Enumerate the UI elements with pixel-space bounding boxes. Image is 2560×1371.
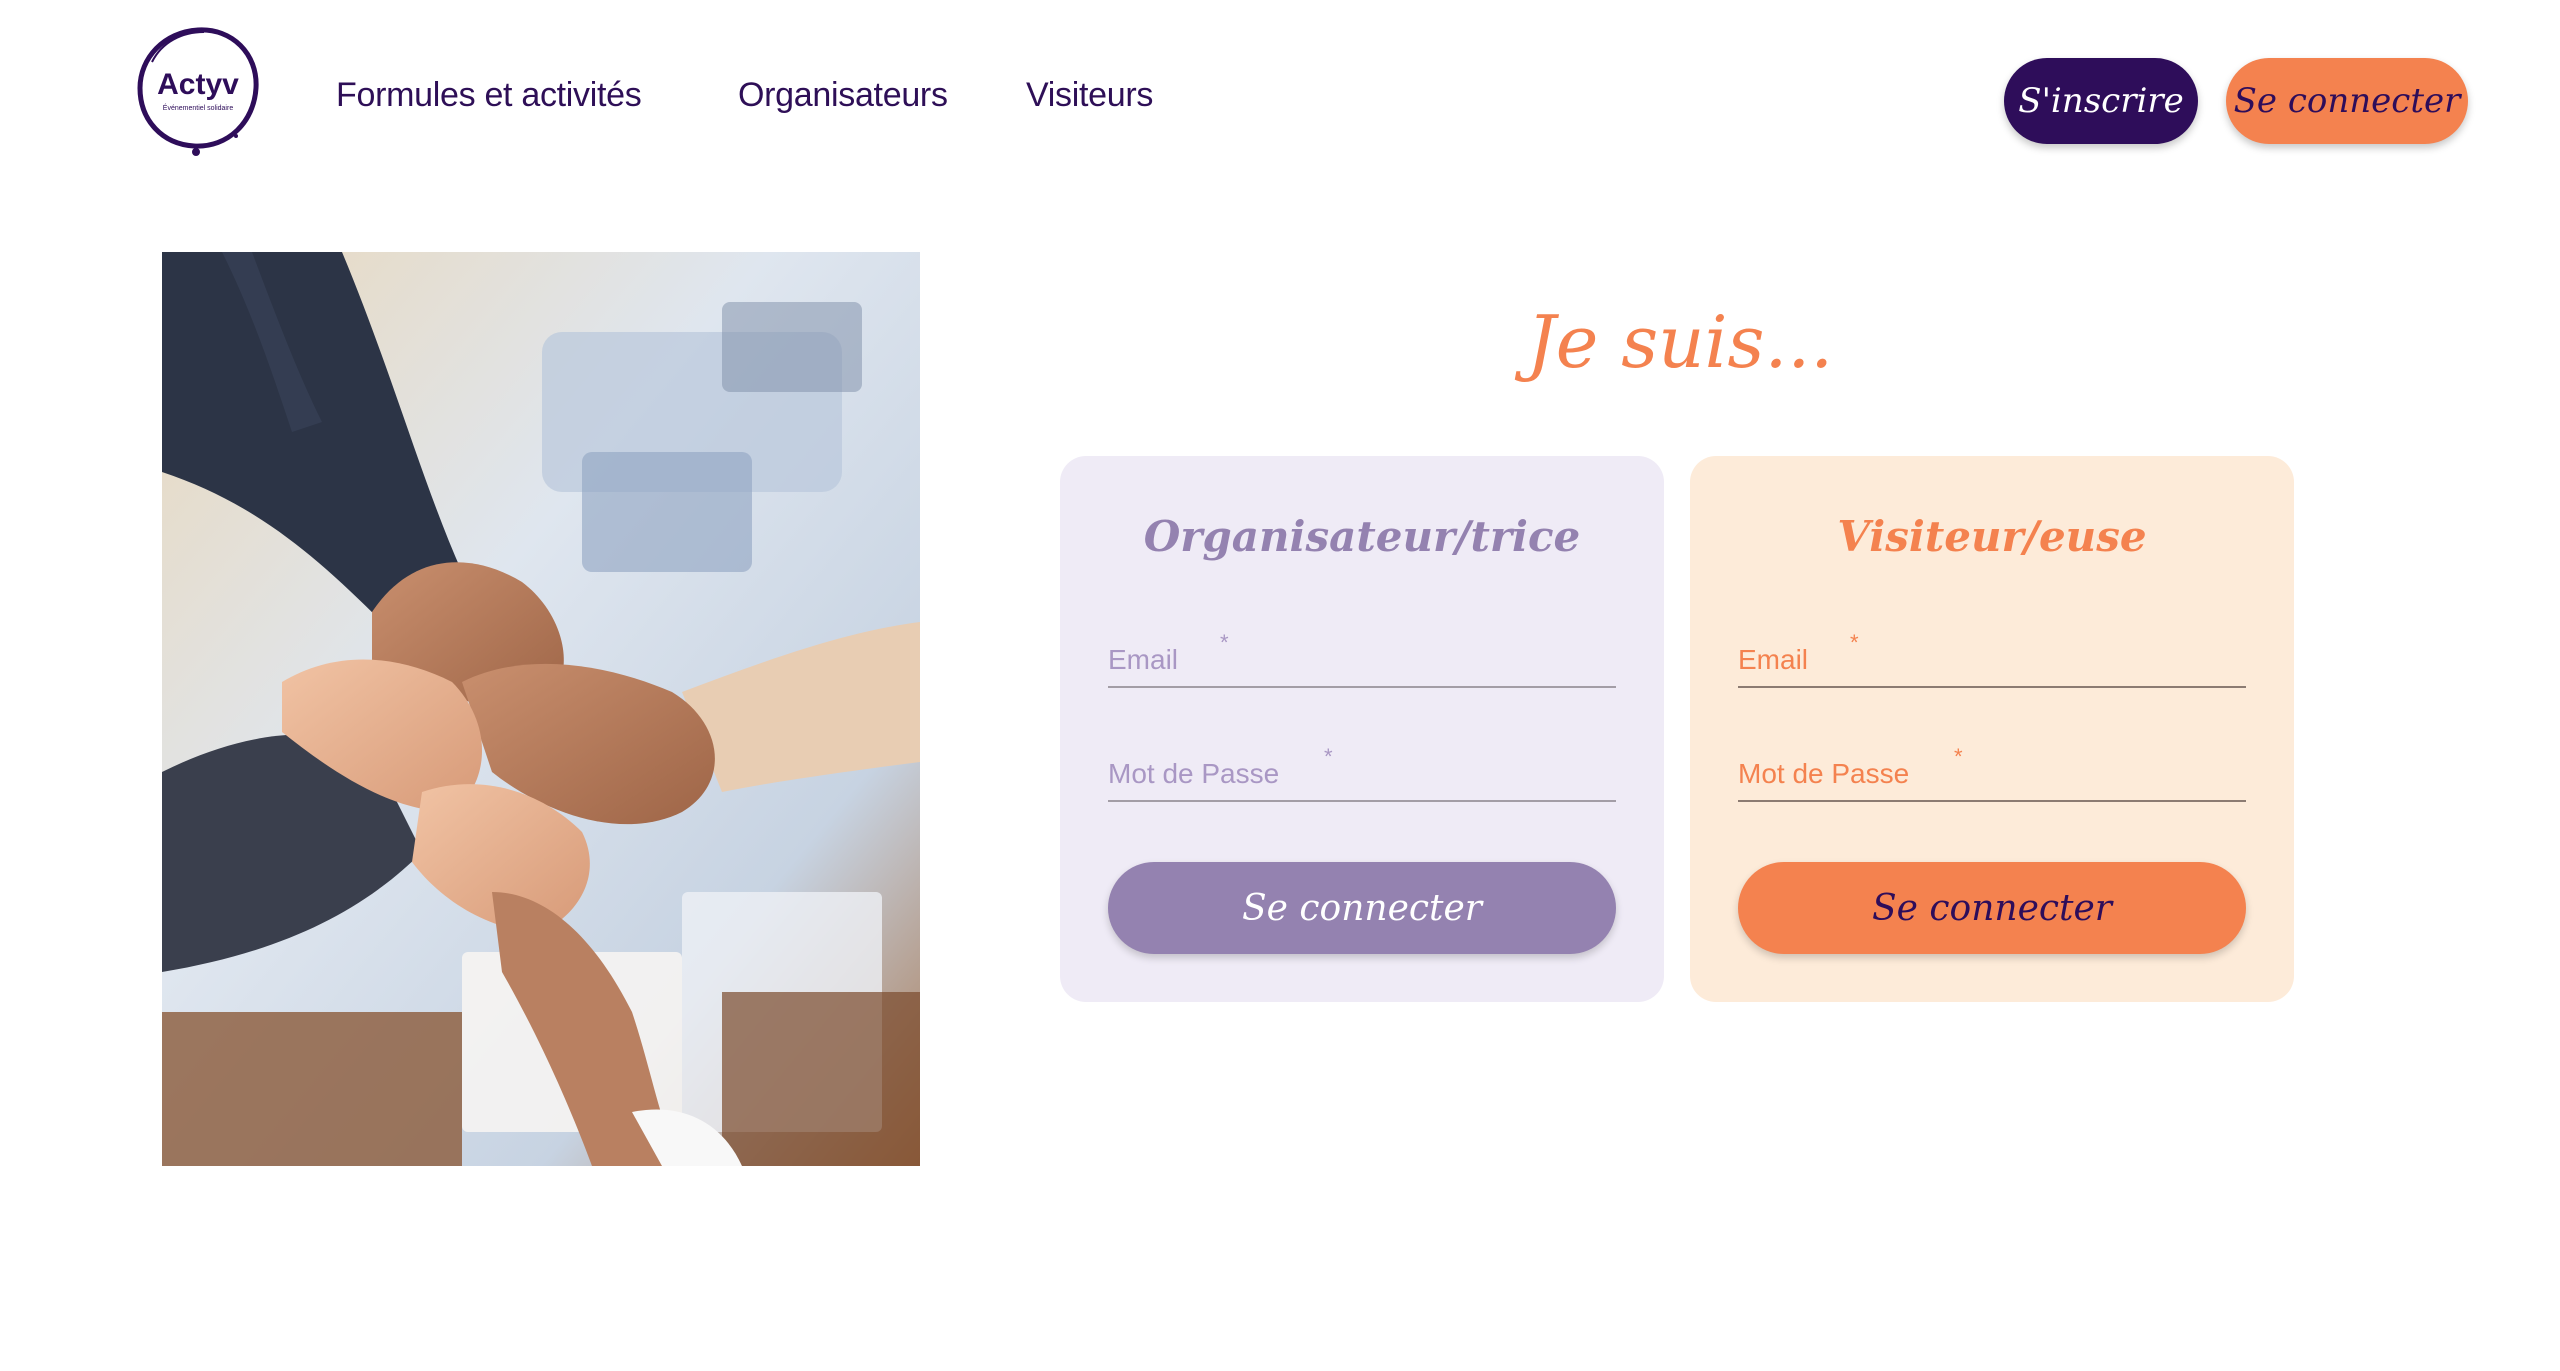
organizer-password-field: * xyxy=(1108,732,1616,802)
svg-text:Événementiel solidaire: Événementiel solidaire xyxy=(163,103,234,112)
signup-button[interactable]: S'inscrire xyxy=(2004,58,2198,144)
nav-formules-activites[interactable]: Formules et activités xyxy=(336,76,642,115)
nav-organisateurs[interactable]: Organisateurs xyxy=(738,76,948,115)
site-header: Actyv Événementiel solidaire Formules et… xyxy=(0,0,2560,200)
visitor-password-input[interactable] xyxy=(1738,732,2246,800)
organizer-password-input[interactable] xyxy=(1108,732,1616,800)
organizer-email-input[interactable] xyxy=(1108,618,1616,686)
nav-visiteurs[interactable]: Visiteurs xyxy=(1026,76,1153,115)
required-asterisk: * xyxy=(1324,744,1333,769)
organizer-email-field: * xyxy=(1108,618,1616,688)
svg-text:Actyv: Actyv xyxy=(157,68,239,101)
visitor-email-field: * xyxy=(1738,618,2246,688)
visitor-password-field: * xyxy=(1738,732,2246,802)
visitor-card-title: Visiteur/euse xyxy=(1837,512,2147,561)
required-asterisk: * xyxy=(1850,630,1859,655)
organizer-login-card: Organisateur/trice * * Se connecter xyxy=(1060,456,1664,1002)
team-hands-stacked-photo-icon xyxy=(162,252,920,1166)
actyv-logo[interactable]: Actyv Événementiel solidaire xyxy=(132,22,264,156)
organizer-card-title: Organisateur/trice xyxy=(1143,512,1581,561)
visitor-login-button[interactable]: Se connecter xyxy=(1738,862,2246,954)
logo-circle-icon: Actyv Événementiel solidaire xyxy=(137,27,259,156)
page-heading: Je suis... xyxy=(1526,300,1834,384)
required-asterisk: * xyxy=(1220,630,1229,655)
required-asterisk: * xyxy=(1954,744,1963,769)
visitor-login-card: Visiteur/euse * * Se connecter xyxy=(1690,456,2294,1002)
team-hands-photo xyxy=(162,252,920,1166)
header-login-button[interactable]: Se connecter xyxy=(2226,58,2468,144)
organizer-login-button[interactable]: Se connecter xyxy=(1108,862,1616,954)
visitor-email-input[interactable] xyxy=(1738,618,2246,686)
